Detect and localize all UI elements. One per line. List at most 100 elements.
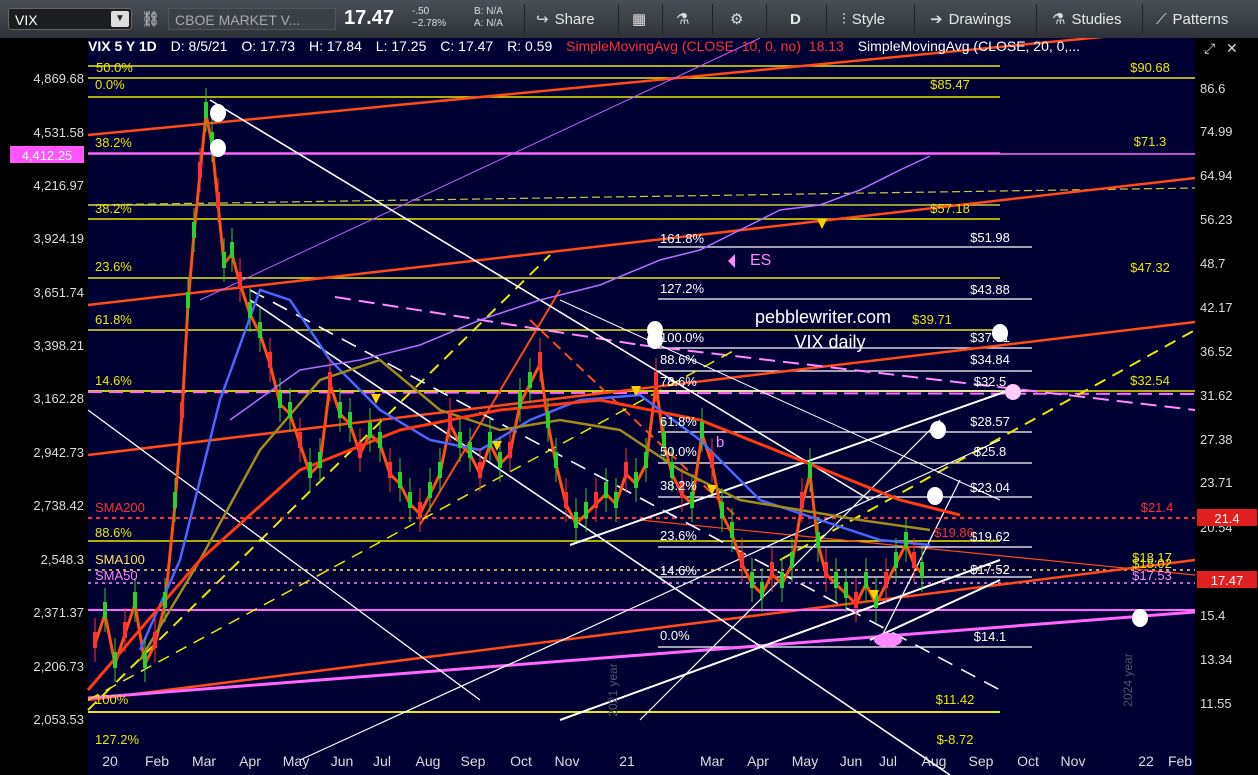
symbol-input[interactable]: VIX ▼ — [8, 8, 132, 30]
x-axis-label: 20 — [102, 753, 118, 769]
candle — [564, 492, 568, 508]
period-button[interactable]: D — [790, 6, 801, 32]
x-axis-label: Sep — [969, 753, 994, 769]
patterns-button[interactable]: ⟋ Patterns — [1156, 6, 1228, 32]
arrow-right-icon: ➔ — [930, 11, 943, 28]
candle — [238, 272, 242, 288]
left-axis-label: 3,924.19 — [33, 231, 84, 246]
candle — [816, 532, 820, 548]
right-axis-label: 56.23 — [1200, 212, 1233, 227]
calendar-icon: ▦ — [632, 11, 647, 28]
candle — [216, 192, 220, 208]
candle — [378, 432, 382, 448]
candle — [478, 462, 482, 478]
candle — [854, 592, 858, 608]
x-axis-label: Apr — [239, 753, 261, 769]
candle — [398, 472, 402, 488]
x-axis-label: Sep — [461, 753, 486, 769]
watermark: pebblewriter.com — [755, 307, 891, 327]
left-axis-label: 4,869.68 — [33, 71, 84, 86]
flask-button[interactable]: ⚗ — [676, 6, 695, 32]
candle — [498, 452, 502, 468]
candle — [173, 492, 177, 508]
left-axis-label: 4,216.97 — [33, 178, 84, 193]
chart-area[interactable]: 4,869.68 4,531.58 4,216.97 3,924.19 3,651.74… — [0, 38, 1258, 775]
expand-icon[interactable]: ⤢ — [1204, 40, 1215, 57]
candle — [448, 412, 452, 428]
fib-mid-value: $28.57 — [970, 414, 1010, 429]
right-axis-label: 86.6 — [1200, 81, 1225, 96]
candle — [204, 102, 208, 118]
candle — [808, 462, 812, 478]
fib-mid-label: 50.0% — [660, 444, 697, 459]
candle — [458, 432, 462, 448]
wave-marker — [647, 331, 663, 349]
x-axis-label: Jul — [373, 753, 391, 769]
candle — [163, 592, 167, 608]
candle — [700, 422, 704, 438]
es-label: ES — [750, 252, 771, 269]
candle — [594, 492, 598, 508]
x-axis-label: Oct — [1017, 753, 1039, 769]
x-axis-label: Aug — [416, 753, 441, 769]
fib-left-label: 23.6% — [95, 259, 132, 274]
x-axis-label: Oct — [510, 753, 532, 769]
x-axis-label: Aug — [922, 753, 947, 769]
fib-right-label: $11.42 — [936, 692, 975, 707]
fib-right-label: $71.3 — [1134, 134, 1167, 149]
right-axis-marker: 17.47 — [1211, 573, 1244, 588]
fib-right-label: $47.32 — [1130, 260, 1170, 275]
candle — [670, 462, 674, 478]
candle — [186, 292, 190, 308]
candle — [308, 462, 312, 478]
candle — [912, 552, 916, 568]
candle — [834, 572, 838, 588]
fib-mid-value: $34.84 — [970, 352, 1010, 367]
drawings-button[interactable]: ➔ Drawings — [930, 6, 1011, 32]
style-button[interactable]: ⫶ Style — [842, 6, 885, 32]
flask-icon: ⚗ — [676, 11, 690, 28]
candle — [894, 552, 898, 568]
left-axis-marker: 4,412.25 — [22, 148, 73, 163]
fib-mid-label: 161.8% — [660, 231, 705, 246]
x-axis-label: 21 — [619, 753, 635, 769]
candle — [920, 562, 924, 578]
candle — [624, 462, 628, 478]
fib-mid-label: 127.2% — [660, 281, 705, 296]
year-marker: 2021 year — [606, 663, 620, 716]
calendar-button[interactable]: ▦ — [632, 6, 652, 32]
fib-mid-value: $51.98 — [970, 230, 1010, 245]
link-icon[interactable]: ⛓ — [141, 6, 160, 32]
candle — [153, 632, 157, 648]
fib-mid-value: $23.04 — [970, 480, 1010, 495]
share-button[interactable]: ↪ Share — [536, 6, 595, 32]
fib-left-label: 0.0% — [95, 77, 125, 92]
candle — [468, 442, 472, 458]
fib-right-label: $-8.72 — [937, 732, 974, 747]
candle — [518, 392, 522, 408]
right-axis-label: 48.7 — [1200, 256, 1225, 271]
fib-mid-value: $19.62 — [970, 529, 1010, 544]
right-axis-label: 11.55 — [1200, 696, 1232, 711]
candle — [278, 392, 282, 408]
fib-mid-value: $14.1 — [974, 629, 1007, 644]
candle — [710, 452, 714, 468]
chevron-down-icon[interactable]: ▼ — [111, 11, 129, 27]
close-icon[interactable]: ✕ — [1226, 40, 1238, 57]
candle — [418, 502, 422, 518]
studies-button[interactable]: ⚗ Studies — [1052, 6, 1122, 32]
settings-button[interactable]: ⚙ — [730, 6, 749, 32]
fib-right-label: $39.71 — [912, 312, 952, 327]
fib-left-label: 61.8% — [95, 312, 132, 327]
left-axis-label: 3,398.21 — [33, 338, 84, 353]
share-icon: ↪ — [536, 11, 549, 28]
left-axis-label: 2,053.53 — [33, 712, 84, 727]
right-axis-label: 31.62 — [1200, 388, 1233, 403]
candle — [730, 522, 734, 538]
candle — [198, 162, 202, 178]
description-field: CBOE MARKET V... — [168, 8, 336, 30]
candle — [143, 652, 147, 668]
candle — [614, 492, 618, 508]
x-axis-label: May — [283, 753, 309, 769]
fib-right-label: $85.47 — [930, 77, 970, 92]
